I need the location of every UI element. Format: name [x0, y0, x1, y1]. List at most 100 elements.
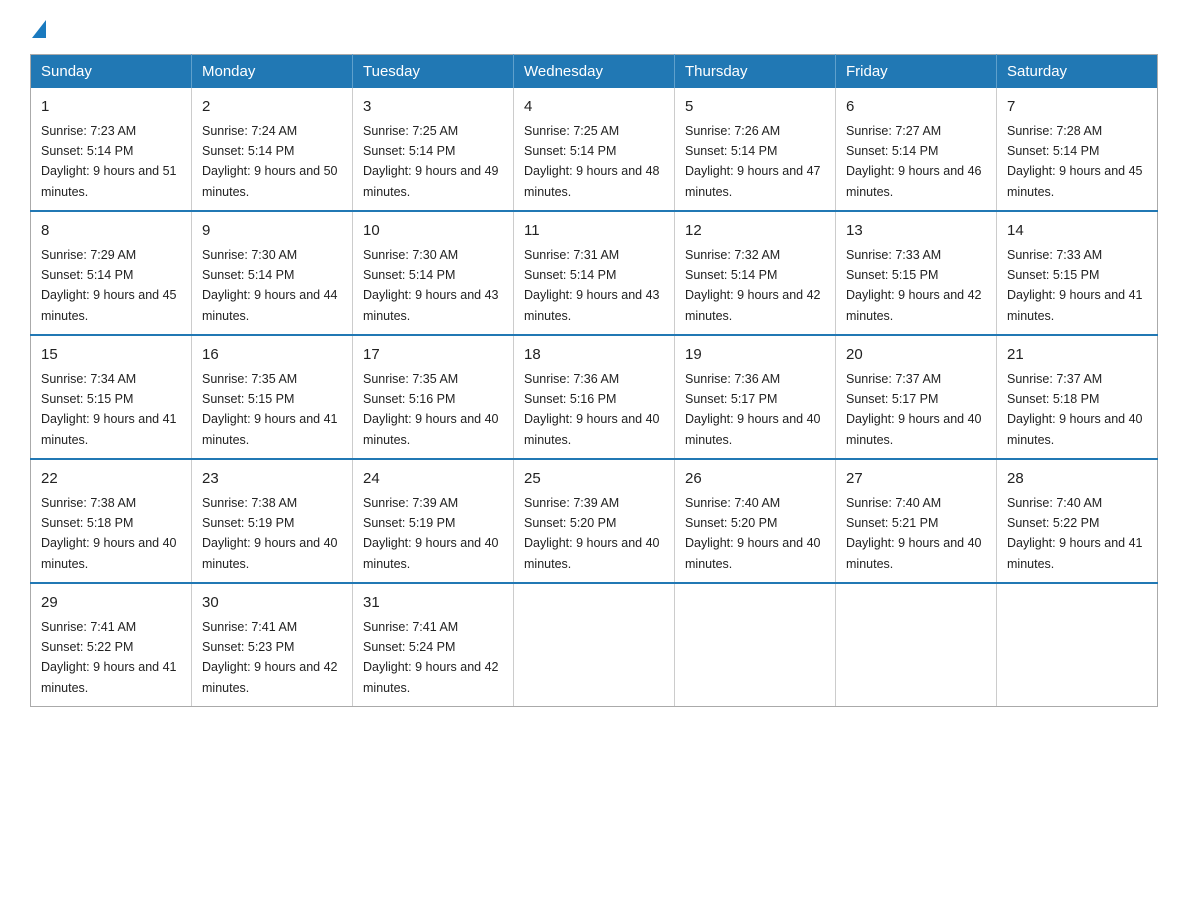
calendar-cell: 19 Sunrise: 7:36 AMSunset: 5:17 PMDaylig…: [675, 335, 836, 459]
calendar-cell: 12 Sunrise: 7:32 AMSunset: 5:14 PMDaylig…: [675, 211, 836, 335]
day-info: Sunrise: 7:41 AMSunset: 5:24 PMDaylight:…: [363, 620, 499, 695]
day-number: 4: [524, 96, 664, 119]
day-number: 23: [202, 468, 342, 491]
day-number: 27: [846, 468, 986, 491]
day-info: Sunrise: 7:36 AMSunset: 5:16 PMDaylight:…: [524, 372, 660, 447]
day-number: 20: [846, 344, 986, 367]
calendar-cell: 15 Sunrise: 7:34 AMSunset: 5:15 PMDaylig…: [31, 335, 192, 459]
day-number: 8: [41, 220, 181, 243]
page-header: [30, 20, 1158, 34]
day-info: Sunrise: 7:31 AMSunset: 5:14 PMDaylight:…: [524, 248, 660, 323]
day-info: Sunrise: 7:35 AMSunset: 5:15 PMDaylight:…: [202, 372, 338, 447]
day-info: Sunrise: 7:30 AMSunset: 5:14 PMDaylight:…: [202, 248, 338, 323]
calendar-cell: 16 Sunrise: 7:35 AMSunset: 5:15 PMDaylig…: [192, 335, 353, 459]
calendar-cell: 25 Sunrise: 7:39 AMSunset: 5:20 PMDaylig…: [514, 459, 675, 583]
calendar-cell: 7 Sunrise: 7:28 AMSunset: 5:14 PMDayligh…: [997, 88, 1158, 211]
day-number: 22: [41, 468, 181, 491]
calendar-cell: 27 Sunrise: 7:40 AMSunset: 5:21 PMDaylig…: [836, 459, 997, 583]
day-number: 11: [524, 220, 664, 243]
weekday-header-wednesday: Wednesday: [514, 55, 675, 89]
calendar-week-row: 15 Sunrise: 7:34 AMSunset: 5:15 PMDaylig…: [31, 335, 1158, 459]
calendar-cell: 6 Sunrise: 7:27 AMSunset: 5:14 PMDayligh…: [836, 88, 997, 211]
day-number: 30: [202, 592, 342, 615]
calendar-cell: 2 Sunrise: 7:24 AMSunset: 5:14 PMDayligh…: [192, 88, 353, 211]
calendar-cell: 14 Sunrise: 7:33 AMSunset: 5:15 PMDaylig…: [997, 211, 1158, 335]
calendar-cell: 23 Sunrise: 7:38 AMSunset: 5:19 PMDaylig…: [192, 459, 353, 583]
day-info: Sunrise: 7:26 AMSunset: 5:14 PMDaylight:…: [685, 124, 821, 199]
weekday-header-saturday: Saturday: [997, 55, 1158, 89]
calendar-cell: 24 Sunrise: 7:39 AMSunset: 5:19 PMDaylig…: [353, 459, 514, 583]
day-number: 15: [41, 344, 181, 367]
day-info: Sunrise: 7:34 AMSunset: 5:15 PMDaylight:…: [41, 372, 177, 447]
day-info: Sunrise: 7:28 AMSunset: 5:14 PMDaylight:…: [1007, 124, 1143, 199]
calendar-cell: [997, 583, 1158, 707]
day-info: Sunrise: 7:40 AMSunset: 5:22 PMDaylight:…: [1007, 496, 1143, 571]
weekday-header-thursday: Thursday: [675, 55, 836, 89]
calendar-week-row: 22 Sunrise: 7:38 AMSunset: 5:18 PMDaylig…: [31, 459, 1158, 583]
day-number: 2: [202, 96, 342, 119]
day-number: 3: [363, 96, 503, 119]
day-info: Sunrise: 7:29 AMSunset: 5:14 PMDaylight:…: [41, 248, 177, 323]
calendar-cell: 29 Sunrise: 7:41 AMSunset: 5:22 PMDaylig…: [31, 583, 192, 707]
day-number: 5: [685, 96, 825, 119]
day-info: Sunrise: 7:33 AMSunset: 5:15 PMDaylight:…: [846, 248, 982, 323]
calendar-cell: 11 Sunrise: 7:31 AMSunset: 5:14 PMDaylig…: [514, 211, 675, 335]
day-number: 24: [363, 468, 503, 491]
day-info: Sunrise: 7:40 AMSunset: 5:20 PMDaylight:…: [685, 496, 821, 571]
calendar-cell: 8 Sunrise: 7:29 AMSunset: 5:14 PMDayligh…: [31, 211, 192, 335]
calendar-cell: 22 Sunrise: 7:38 AMSunset: 5:18 PMDaylig…: [31, 459, 192, 583]
day-number: 29: [41, 592, 181, 615]
calendar-week-row: 8 Sunrise: 7:29 AMSunset: 5:14 PMDayligh…: [31, 211, 1158, 335]
logo-triangle-icon: [32, 20, 46, 38]
calendar-cell: 18 Sunrise: 7:36 AMSunset: 5:16 PMDaylig…: [514, 335, 675, 459]
weekday-header-tuesday: Tuesday: [353, 55, 514, 89]
day-info: Sunrise: 7:38 AMSunset: 5:19 PMDaylight:…: [202, 496, 338, 571]
day-number: 21: [1007, 344, 1147, 367]
day-info: Sunrise: 7:25 AMSunset: 5:14 PMDaylight:…: [524, 124, 660, 199]
calendar-cell: 21 Sunrise: 7:37 AMSunset: 5:18 PMDaylig…: [997, 335, 1158, 459]
calendar-cell: 3 Sunrise: 7:25 AMSunset: 5:14 PMDayligh…: [353, 88, 514, 211]
day-number: 7: [1007, 96, 1147, 119]
calendar-week-row: 29 Sunrise: 7:41 AMSunset: 5:22 PMDaylig…: [31, 583, 1158, 707]
day-info: Sunrise: 7:37 AMSunset: 5:17 PMDaylight:…: [846, 372, 982, 447]
day-number: 1: [41, 96, 181, 119]
calendar-cell: [675, 583, 836, 707]
day-number: 18: [524, 344, 664, 367]
weekday-header-sunday: Sunday: [31, 55, 192, 89]
calendar-cell: 17 Sunrise: 7:35 AMSunset: 5:16 PMDaylig…: [353, 335, 514, 459]
day-number: 25: [524, 468, 664, 491]
day-number: 17: [363, 344, 503, 367]
calendar-header-row: SundayMondayTuesdayWednesdayThursdayFrid…: [31, 55, 1158, 89]
day-info: Sunrise: 7:24 AMSunset: 5:14 PMDaylight:…: [202, 124, 338, 199]
day-number: 19: [685, 344, 825, 367]
day-info: Sunrise: 7:27 AMSunset: 5:14 PMDaylight:…: [846, 124, 982, 199]
day-info: Sunrise: 7:36 AMSunset: 5:17 PMDaylight:…: [685, 372, 821, 447]
day-info: Sunrise: 7:37 AMSunset: 5:18 PMDaylight:…: [1007, 372, 1143, 447]
calendar-cell: 5 Sunrise: 7:26 AMSunset: 5:14 PMDayligh…: [675, 88, 836, 211]
day-info: Sunrise: 7:40 AMSunset: 5:21 PMDaylight:…: [846, 496, 982, 571]
calendar-cell: 1 Sunrise: 7:23 AMSunset: 5:14 PMDayligh…: [31, 88, 192, 211]
day-number: 16: [202, 344, 342, 367]
calendar-table: SundayMondayTuesdayWednesdayThursdayFrid…: [30, 54, 1158, 707]
day-info: Sunrise: 7:38 AMSunset: 5:18 PMDaylight:…: [41, 496, 177, 571]
day-info: Sunrise: 7:41 AMSunset: 5:22 PMDaylight:…: [41, 620, 177, 695]
weekday-header-friday: Friday: [836, 55, 997, 89]
day-info: Sunrise: 7:39 AMSunset: 5:20 PMDaylight:…: [524, 496, 660, 571]
day-number: 9: [202, 220, 342, 243]
calendar-cell: 9 Sunrise: 7:30 AMSunset: 5:14 PMDayligh…: [192, 211, 353, 335]
day-number: 31: [363, 592, 503, 615]
calendar-cell: 28 Sunrise: 7:40 AMSunset: 5:22 PMDaylig…: [997, 459, 1158, 583]
day-number: 6: [846, 96, 986, 119]
day-info: Sunrise: 7:25 AMSunset: 5:14 PMDaylight:…: [363, 124, 499, 199]
calendar-week-row: 1 Sunrise: 7:23 AMSunset: 5:14 PMDayligh…: [31, 88, 1158, 211]
calendar-cell: [514, 583, 675, 707]
day-number: 10: [363, 220, 503, 243]
day-info: Sunrise: 7:30 AMSunset: 5:14 PMDaylight:…: [363, 248, 499, 323]
calendar-cell: 13 Sunrise: 7:33 AMSunset: 5:15 PMDaylig…: [836, 211, 997, 335]
calendar-cell: 20 Sunrise: 7:37 AMSunset: 5:17 PMDaylig…: [836, 335, 997, 459]
day-number: 28: [1007, 468, 1147, 491]
calendar-cell: 26 Sunrise: 7:40 AMSunset: 5:20 PMDaylig…: [675, 459, 836, 583]
day-number: 14: [1007, 220, 1147, 243]
day-number: 26: [685, 468, 825, 491]
day-number: 12: [685, 220, 825, 243]
